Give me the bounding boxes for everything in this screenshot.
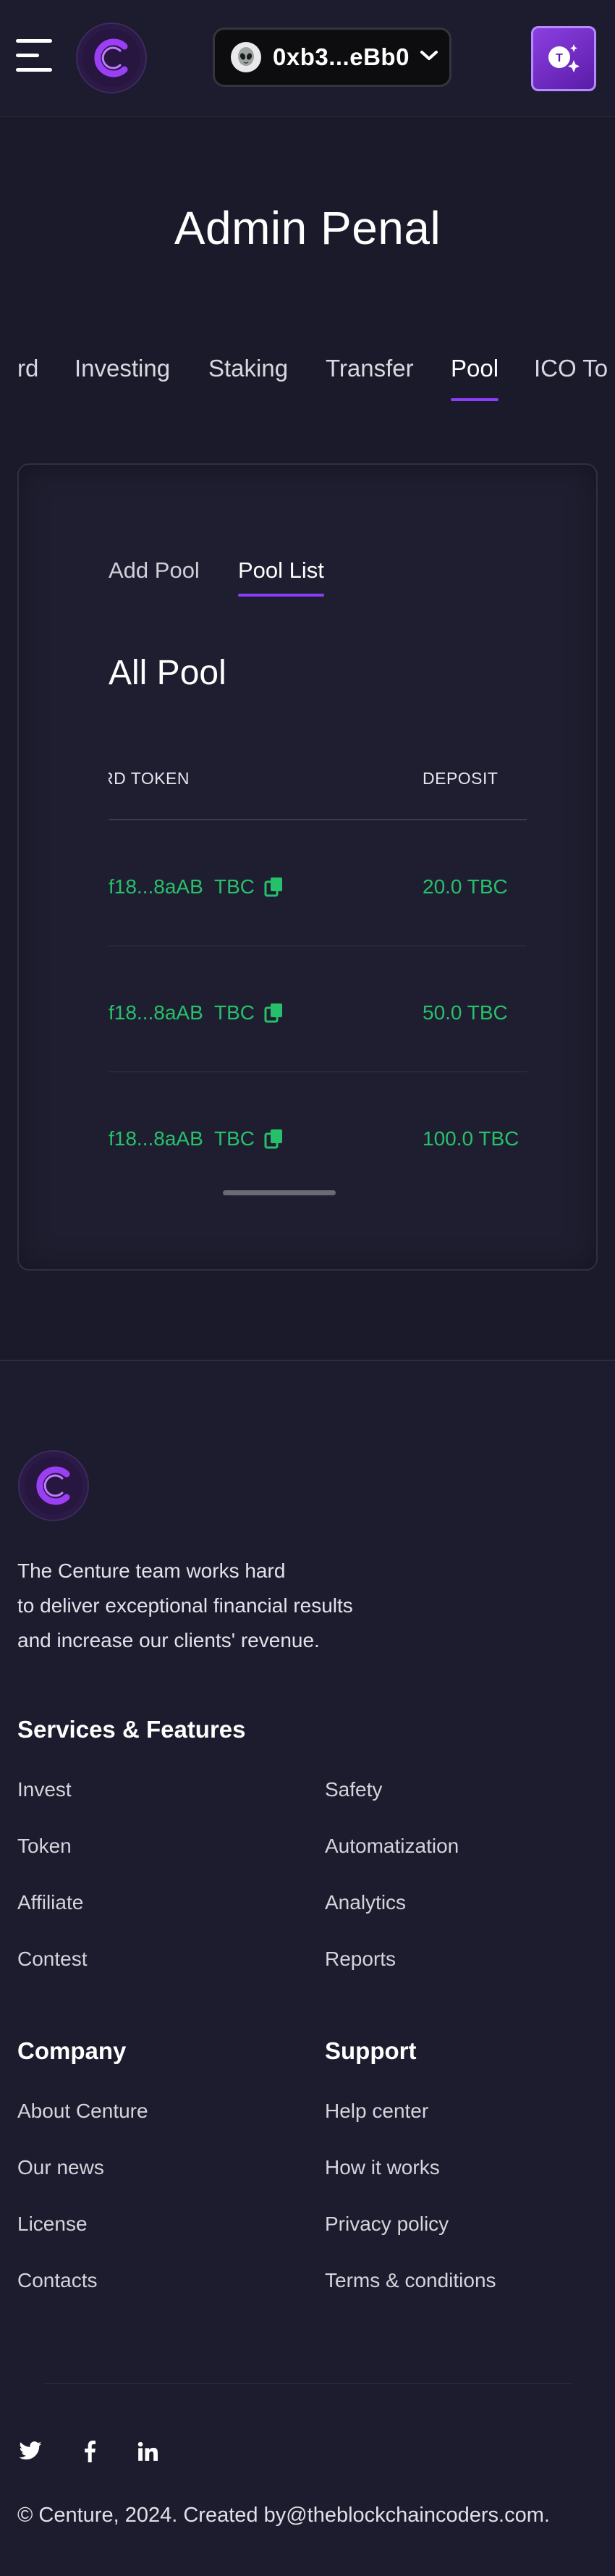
footer-link-analytics[interactable]: Analytics — [325, 1891, 406, 1914]
hamburger-menu-button[interactable] — [16, 39, 55, 75]
footer-link-license[interactable]: License — [17, 2213, 88, 2236]
footer-description-line: to deliver exceptional financial results — [17, 1594, 353, 1617]
page-title: Admin Penal — [174, 202, 441, 254]
admin-tabs: rd Investing Staking Transfer Pool ICO T… — [0, 355, 615, 405]
table-row: f18...8aAB TBC 50.0 TBC — [109, 946, 527, 1072]
footer-description-line: The Centure team works hard — [17, 1560, 286, 1582]
token-address: f18...8aAB — [109, 1001, 203, 1024]
alien-avatar-icon — [231, 42, 261, 72]
chevron-down-icon — [420, 50, 438, 65]
support-title: Support — [325, 2037, 417, 2064]
footer-description: The Centure team works hard to deliver e… — [17, 1554, 423, 1658]
pool-table[interactable]: RD TOKEN DEPOSIT f18...8aAB TBC 20.0 TBC… — [109, 754, 527, 1174]
centure-logo[interactable] — [17, 1449, 90, 1522]
token-symbol: TBC — [214, 1127, 255, 1150]
services-title: Services & Features — [17, 1716, 246, 1743]
tab-pool[interactable]: Pool — [451, 355, 499, 401]
copyright-text: © Centure, 2024. Created by@theblockchai… — [17, 2504, 550, 2527]
tab-transfer[interactable]: Transfer — [326, 355, 414, 382]
footer-link-privacy-policy[interactable]: Privacy policy — [325, 2213, 449, 2236]
footer-link-affiliate[interactable]: Affiliate — [17, 1891, 83, 1914]
footer-link-token[interactable]: Token — [17, 1835, 72, 1858]
footer-description-line: and increase our clients' revenue. — [17, 1629, 320, 1651]
footer-link-news[interactable]: Our news — [17, 2156, 104, 2179]
column-header-deposit: DEPOSIT — [423, 769, 499, 788]
token-symbol: TBC — [214, 1001, 255, 1024]
copy-icon[interactable] — [263, 1002, 285, 1024]
tab-ico-token[interactable]: ICO To — [534, 355, 608, 382]
token-address: f18...8aAB — [109, 875, 203, 898]
column-header-reward-token: RD TOKEN — [109, 769, 190, 788]
wallet-connect-button[interactable]: 0xb3...eBb0 — [213, 28, 451, 87]
tab-investing[interactable]: Investing — [75, 355, 170, 382]
footer-link-terms[interactable]: Terms & conditions — [325, 2269, 496, 2292]
footer-link-help-center[interactable]: Help center — [325, 2100, 428, 2123]
token-address: f18...8aAB — [109, 1127, 203, 1150]
pool-card: Add Pool Pool List All Pool RD TOKEN DEP… — [17, 463, 598, 1271]
footer-link-automatization[interactable]: Automatization — [325, 1835, 459, 1858]
svg-text:T: T — [556, 52, 563, 64]
table-row: f18...8aAB TBC 100.0 TBC — [109, 1072, 527, 1174]
tab-add-pool[interactable]: Add Pool — [109, 557, 200, 584]
footer-link-reports[interactable]: Reports — [325, 1948, 396, 1971]
token-symbol: TBC — [214, 875, 255, 898]
section-title: All Pool — [109, 654, 226, 692]
footer-link-about[interactable]: About Centure — [17, 2100, 148, 2123]
footer-divider — [43, 2383, 572, 2384]
centure-logo[interactable] — [75, 22, 148, 94]
top-header: 0xb3...eBb0 T — [0, 0, 615, 117]
company-title: Company — [17, 2037, 127, 2064]
twitter-icon[interactable] — [17, 2438, 43, 2465]
tab-staking[interactable]: Staking — [208, 355, 288, 382]
wallet-address: 0xb3...eBb0 — [273, 43, 410, 70]
footer-link-contest[interactable]: Contest — [17, 1948, 88, 1971]
linkedin-icon[interactable] — [135, 2438, 161, 2465]
footer: The Centure team works hard to deliver e… — [0, 1360, 615, 2576]
ai-assistant-button[interactable]: T — [531, 26, 596, 91]
copy-icon[interactable] — [263, 1128, 285, 1150]
footer-link-contacts[interactable]: Contacts — [17, 2269, 98, 2292]
copy-icon[interactable] — [263, 876, 285, 898]
tab-pool-list[interactable]: Pool List — [238, 557, 324, 597]
horizontal-scrollbar[interactable] — [223, 1190, 336, 1195]
table-row: f18...8aAB TBC 20.0 TBC — [109, 820, 527, 946]
sparkle-token-icon: T — [548, 44, 580, 72]
footer-link-invest[interactable]: Invest — [17, 1778, 72, 1801]
deposit-amount: 20.0 TBC — [423, 875, 508, 898]
facebook-icon[interactable] — [77, 2438, 103, 2465]
footer-link-safety[interactable]: Safety — [325, 1778, 382, 1801]
tab-dashboard[interactable]: rd — [17, 355, 38, 382]
deposit-amount: 50.0 TBC — [423, 1001, 508, 1024]
footer-link-how-it-works[interactable]: How it works — [325, 2156, 440, 2179]
deposit-amount: 100.0 TBC — [423, 1127, 519, 1150]
